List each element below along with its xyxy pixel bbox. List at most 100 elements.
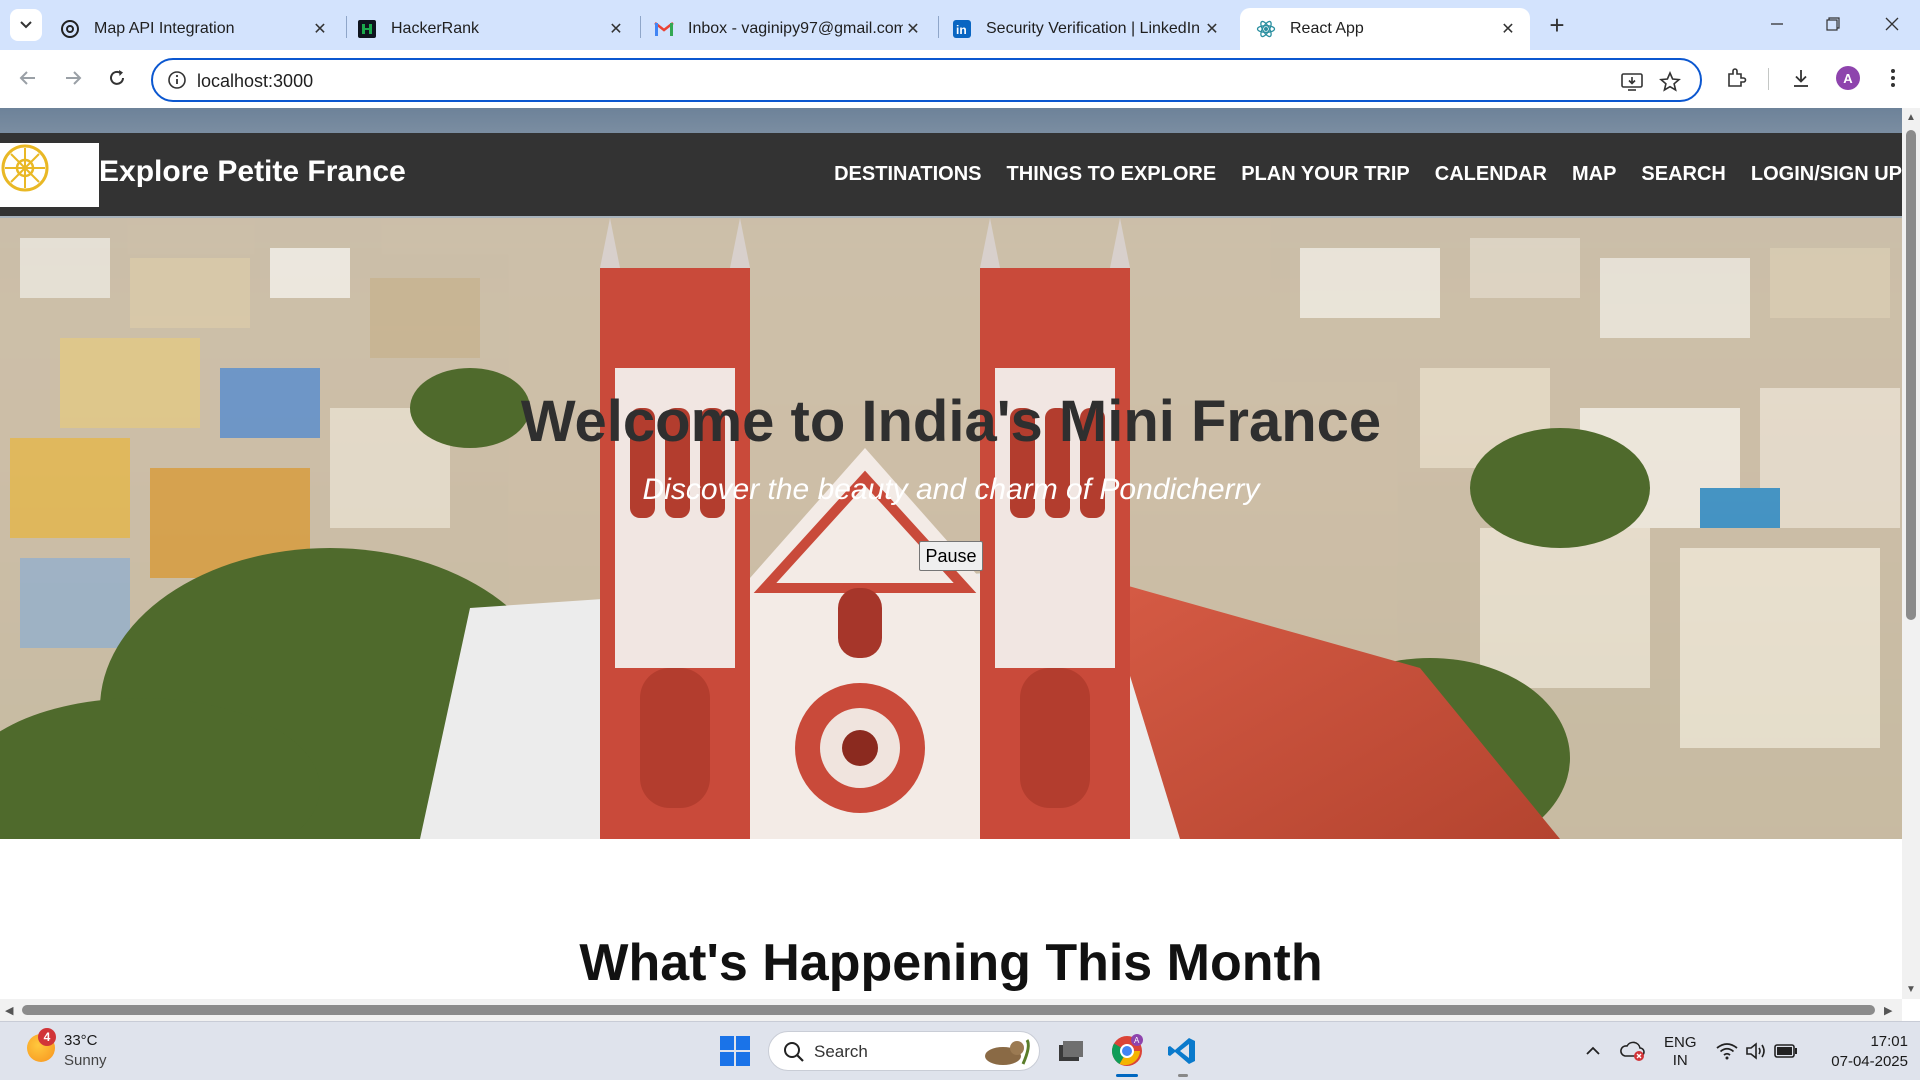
minimize-icon [1771,23,1783,25]
page-viewport: Explore Petite France DESTINATIONS THING… [0,108,1902,999]
tab-title: React App [1290,20,1364,37]
tab-gmail[interactable]: Inbox - vaginipy97@gmail.com ✕ [638,8,935,50]
minimize-button[interactable] [1749,0,1805,48]
chrome-icon[interactable]: A [1108,1032,1146,1070]
close-icon[interactable]: ✕ [310,19,330,39]
nav-link-calendar[interactable]: CALENDAR [1435,163,1547,186]
tab-title: Map API Integration [94,20,235,37]
back-button[interactable] [12,62,44,94]
close-icon[interactable]: ✕ [1498,19,1518,39]
tab-title: Inbox - vaginipy97@gmail.com [688,20,903,37]
downloads-icon[interactable] [1787,64,1815,92]
url-text[interactable]: localhost:3000 [197,71,313,92]
nav-link-search[interactable]: SEARCH [1641,163,1725,186]
arrow-right-icon [66,71,82,85]
chevron-up-icon[interactable] [1574,1032,1612,1070]
tab-map-api[interactable]: Map API Integration ✕ [44,8,342,50]
hero-title: Welcome to India's Mini France [520,389,1382,454]
scrollbar-thumb[interactable] [1906,130,1916,620]
restore-button[interactable] [1805,0,1861,48]
weather-condition: Sunny [64,1052,107,1069]
taskbar-search[interactable]: Search [768,1031,1040,1071]
svg-text:A: A [1134,1036,1140,1045]
scroll-right-icon[interactable]: ▶ [1884,1004,1892,1017]
active-app-indicator [1116,1074,1138,1077]
reload-button[interactable] [101,62,133,94]
battery-icon[interactable] [1767,1032,1805,1070]
system-clock[interactable]: 17:01 07-04-2025 [1812,1032,1908,1072]
hero-subtitle: Discover the beauty and charm of Pondich… [642,473,1260,506]
site-logo[interactable] [0,143,99,207]
section-heading-events: What's Happening This Month [579,934,1323,992]
scroll-left-icon[interactable]: ◀ [5,1004,13,1017]
windows-logo-pane [720,1052,734,1066]
nav-link-destinations[interactable]: DESTINATIONS [834,163,981,186]
linkedin-icon: in [952,19,972,39]
nav-link-map[interactable]: MAP [1572,163,1616,186]
sun-logo-icon [1,144,49,192]
site-info-icon[interactable] [167,70,187,90]
tab-title: HackerRank [391,20,480,37]
search-highlight-icon [985,1039,1030,1065]
tab-react-app[interactable]: React App ✕ [1240,8,1530,50]
site-title[interactable]: Explore Petite France [99,155,406,189]
video-pause-button[interactable]: Pause [919,541,983,571]
bookmark-star-icon[interactable] [1658,70,1682,94]
react-icon [1256,19,1276,39]
clock-time: 17:01 [1870,1033,1908,1050]
arrow-left-icon [19,71,35,85]
running-app-indicator [1178,1074,1188,1077]
windows-taskbar: 4 33°C Sunny Search A ENG IN 17:01 07-04… [0,1021,1920,1080]
profile-avatar[interactable]: A [1836,66,1860,90]
nav-link-login-signup[interactable]: LOGIN/SIGN UP [1751,163,1902,186]
search-label: Search [814,1042,868,1061]
onedrive-error-icon[interactable] [1614,1032,1652,1070]
forward-button[interactable] [57,62,89,94]
scroll-down-icon[interactable]: ▼ [1905,984,1917,996]
close-icon[interactable]: ✕ [903,19,923,39]
kebab-menu-icon[interactable] [1879,64,1907,92]
new-tab-button[interactable]: + [1542,10,1572,40]
weather-temperature: 33°C [64,1032,98,1049]
task-view-icon[interactable] [1052,1032,1090,1070]
notification-badge: 4 [38,1028,56,1046]
horizontal-scrollbar[interactable]: ◀ ▶ [0,999,1902,1021]
windows-logo-pane [736,1052,750,1066]
tab-linkedin[interactable]: in Security Verification | LinkedIn ✕ [936,8,1234,50]
vscode-icon[interactable] [1163,1032,1201,1070]
site-navbar: Explore Petite France DESTINATIONS THING… [0,133,1902,216]
hero-video: Explore Petite France DESTINATIONS THING… [0,108,1902,839]
svg-text:in: in [956,23,967,37]
nav-link-things-to-explore[interactable]: THINGS TO EXPLORE [1007,163,1217,186]
restore-icon [1826,17,1840,31]
close-window-button[interactable] [1864,0,1920,48]
openai-icon [60,19,80,39]
chevron-down-icon [20,21,32,29]
install-app-icon[interactable] [1620,70,1644,94]
windows-logo-icon [720,1036,734,1050]
language-indicator[interactable]: ENG IN [1664,1034,1697,1070]
gmail-icon [654,19,674,39]
tab-search-button[interactable] [10,9,42,41]
close-icon[interactable]: ✕ [606,19,626,39]
clock-date: 07-04-2025 [1831,1053,1908,1070]
tab-title: Security Verification | LinkedIn [986,20,1201,37]
close-icon[interactable]: ✕ [1202,19,1222,39]
main-nav: DESTINATIONS THINGS TO EXPLORE PLAN YOUR… [834,163,1902,186]
start-button[interactable] [720,1036,752,1068]
extensions-icon[interactable] [1722,64,1750,92]
address-bar[interactable]: localhost:3000 [151,58,1702,102]
tab-strip: Map API Integration ✕ HackerRank ✕ Inbox… [0,0,1920,50]
reload-icon [110,70,124,85]
language-code: ENG [1664,1034,1697,1051]
scroll-up-icon[interactable]: ▲ [1905,112,1917,124]
close-icon [1885,17,1899,31]
toolbar-divider [1768,68,1769,90]
region-code: IN [1672,1052,1688,1069]
search-icon [784,1042,804,1062]
tab-hackerrank[interactable]: HackerRank ✕ [341,8,638,50]
nav-link-plan-your-trip[interactable]: PLAN YOUR TRIP [1241,163,1410,186]
scrollbar-thumb[interactable] [22,1005,1875,1015]
windows-logo-pane [736,1036,750,1050]
vertical-scrollbar[interactable]: ▲ ▼ [1902,108,1920,999]
